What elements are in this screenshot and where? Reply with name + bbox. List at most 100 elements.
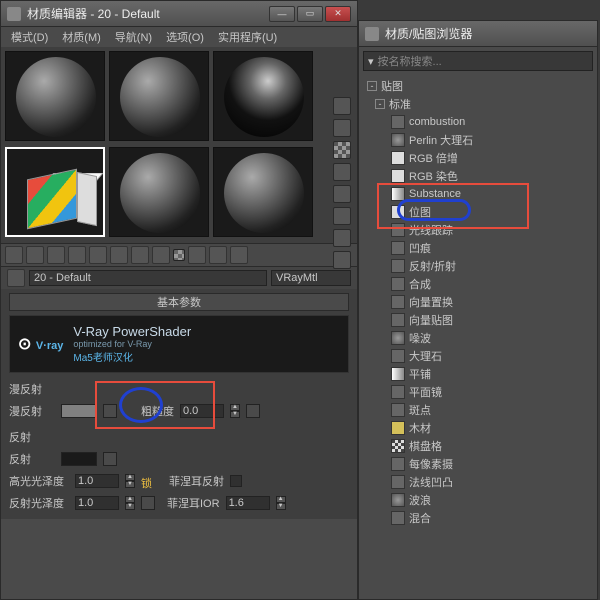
diffuse-map-button[interactable] <box>103 404 117 418</box>
get-material-icon[interactable] <box>5 246 23 264</box>
map-type-icon <box>391 385 405 399</box>
map-type-icon <box>391 115 405 129</box>
roughness-map-button[interactable] <box>246 404 260 418</box>
preview-icon[interactable] <box>333 207 351 225</box>
material-slot[interactable] <box>213 51 313 141</box>
spinner-up-icon[interactable]: ▲ <box>230 404 240 411</box>
collapse-icon[interactable]: - <box>367 81 377 91</box>
mat-id-icon[interactable] <box>152 246 170 264</box>
material-slot[interactable] <box>5 51 105 141</box>
material-name-field[interactable]: 20 - Default <box>29 270 267 286</box>
map-type-icon <box>391 133 405 147</box>
menu-material[interactable]: 材质(M) <box>56 27 107 47</box>
roughness-spinner[interactable]: 0.0 <box>180 404 224 418</box>
map-type-icon <box>391 511 405 525</box>
close-button[interactable]: ✕ <box>325 6 351 22</box>
hilight-gloss-spinner[interactable]: 1.0 <box>75 474 119 488</box>
assign-icon[interactable] <box>47 246 65 264</box>
tree-item[interactable]: 凹痕 <box>363 239 593 257</box>
go-parent-icon[interactable] <box>209 246 227 264</box>
tree-item[interactable]: 合成 <box>363 275 593 293</box>
material-slots <box>1 47 357 243</box>
select-by-mat-icon[interactable] <box>333 251 351 269</box>
tree-item[interactable]: Substance <box>363 185 593 203</box>
search-input[interactable]: ▾ 按名称搜索... <box>363 51 593 71</box>
lock-icon[interactable]: 锁 <box>141 475 153 487</box>
tree-item[interactable]: 反射/折射 <box>363 257 593 275</box>
reflect-map-button[interactable] <box>103 452 117 466</box>
vray-title: V-Ray PowerShader <box>73 324 191 339</box>
refl-gloss-spinner[interactable]: 1.0 <box>75 496 119 510</box>
map-type-icon <box>391 367 405 381</box>
reflect-color-swatch[interactable] <box>61 452 97 466</box>
show-map-icon[interactable] <box>173 249 185 261</box>
material-toolbar <box>1 243 357 267</box>
tree-item[interactable]: RGB 倍增 <box>363 149 593 167</box>
tree-item[interactable]: 木材 <box>363 419 593 437</box>
menu-nav[interactable]: 导航(N) <box>109 27 158 47</box>
tree-item[interactable]: 法线凹凸 <box>363 473 593 491</box>
make-copy-icon[interactable] <box>89 246 107 264</box>
map-type-icon <box>391 205 405 219</box>
maximize-button[interactable]: ▭ <box>297 6 323 22</box>
spinner-down-icon[interactable]: ▼ <box>230 411 240 418</box>
map-type-icon <box>391 475 405 489</box>
show-end-icon[interactable] <box>188 246 206 264</box>
video-check-icon[interactable] <box>333 185 351 203</box>
put-to-scene-icon[interactable] <box>26 246 44 264</box>
rollout-basic-params[interactable]: 基本参数 <box>9 293 349 311</box>
tree-item[interactable]: RGB 染色 <box>363 167 593 185</box>
backlight-icon[interactable] <box>333 119 351 137</box>
tree-node-standard[interactable]: -标准 <box>363 95 593 113</box>
tree-item[interactable]: 大理石 <box>363 347 593 365</box>
tree-item[interactable]: Perlin 大理石 <box>363 131 593 149</box>
fresnel-ior-spinner[interactable]: 1.6 <box>226 496 270 510</box>
chevron-down-icon[interactable]: ▾ <box>368 55 374 68</box>
background-icon[interactable] <box>333 141 351 159</box>
tree-item[interactable]: 平面镜 <box>363 383 593 401</box>
material-slot[interactable] <box>109 51 209 141</box>
make-unique-icon[interactable] <box>110 246 128 264</box>
sample-type-icon[interactable] <box>333 97 351 115</box>
tree-item[interactable]: 混合 <box>363 509 593 527</box>
tree-item[interactable]: 波浪 <box>363 491 593 509</box>
tree-item[interactable]: 每像素摄 <box>363 455 593 473</box>
sample-uv-icon[interactable] <box>333 163 351 181</box>
menu-mode[interactable]: 模式(D) <box>5 27 54 47</box>
tree-item[interactable]: 噪波 <box>363 329 593 347</box>
map-type-icon <box>391 295 405 309</box>
app-icon <box>7 7 21 21</box>
menu-options[interactable]: 选项(O) <box>160 27 210 47</box>
tree-item[interactable]: 平铺 <box>363 365 593 383</box>
material-slot[interactable] <box>109 147 209 237</box>
vray-cn: Ma5老师汉化 <box>73 349 191 364</box>
tree-item[interactable]: 位图 <box>363 203 593 221</box>
tree-item[interactable]: 向量贴图 <box>363 311 593 329</box>
tree-item[interactable]: combustion <box>363 113 593 131</box>
diffuse-color-swatch[interactable] <box>61 404 97 418</box>
refl-gloss-map-button[interactable] <box>141 496 155 510</box>
minimize-button[interactable]: — <box>269 6 295 22</box>
map-type-icon <box>391 331 405 345</box>
material-slot-selected[interactable] <box>5 147 105 237</box>
reflect-label: 反射 <box>9 451 55 467</box>
tree-item[interactable]: 向量置换 <box>363 293 593 311</box>
pick-icon[interactable] <box>7 269 25 287</box>
reset-icon[interactable] <box>68 246 86 264</box>
tree-item[interactable]: 棋盘格 <box>363 437 593 455</box>
material-type-button[interactable]: VRayMtl <box>271 270 351 286</box>
go-forward-icon[interactable] <box>230 246 248 264</box>
collapse-icon[interactable]: - <box>375 99 385 109</box>
menu-utils[interactable]: 实用程序(U) <box>212 27 283 47</box>
tree-node-maps[interactable]: -贴图 <box>363 77 593 95</box>
fresnel-checkbox[interactable] <box>230 475 242 487</box>
window-title: 材质编辑器 - 20 - Default <box>27 5 269 22</box>
material-slot[interactable] <box>213 147 313 237</box>
options-icon[interactable] <box>333 229 351 247</box>
fresnel-ior-label: 菲涅耳IOR <box>167 495 220 511</box>
refl-gloss-label: 反射光泽度 <box>9 495 69 511</box>
tree-item[interactable]: 斑点 <box>363 401 593 419</box>
tree-item[interactable]: 光线跟踪 <box>363 221 593 239</box>
put-library-icon[interactable] <box>131 246 149 264</box>
map-type-icon <box>391 349 405 363</box>
